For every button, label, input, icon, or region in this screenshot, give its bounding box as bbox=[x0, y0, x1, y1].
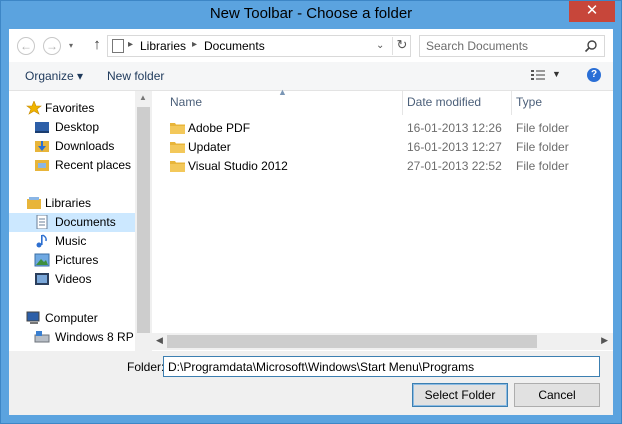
column-divider[interactable] bbox=[402, 91, 403, 115]
sidebar-item-computer[interactable]: Computer bbox=[9, 309, 135, 328]
sort-ascending-icon: ▲ bbox=[278, 87, 287, 97]
organize-button[interactable]: Organize ▾ bbox=[25, 69, 83, 83]
file-type: File folder bbox=[516, 121, 569, 135]
navigation-pane: Favorites Desktop Downloads Recent place… bbox=[9, 91, 135, 351]
file-list-horizontal-scrollbar[interactable]: ◀ ▶ bbox=[152, 333, 613, 350]
sidebar-item-label: Pictures bbox=[55, 253, 99, 267]
scroll-up-icon[interactable]: ▲ bbox=[139, 93, 147, 102]
file-date-modified: 27-01-2013 22:52 bbox=[407, 159, 502, 173]
navigation-bar: ← → ▾ ↑ ▸ Libraries ▸ Documents ⌄ ↻ bbox=[9, 29, 613, 62]
sidebar-item-label: Recent places bbox=[55, 158, 132, 172]
computer-icon bbox=[26, 311, 40, 324]
crumb-sep-icon: ▸ bbox=[192, 39, 198, 50]
sidebar-item-label: Music bbox=[55, 234, 87, 248]
crumb-sep-icon: ▸ bbox=[128, 39, 134, 50]
folder-label: Folder: bbox=[127, 360, 165, 374]
folder-icon bbox=[170, 161, 185, 172]
sidebar-item-label: Windows 8 RP (D bbox=[55, 330, 135, 344]
back-button[interactable]: ← bbox=[17, 37, 35, 55]
folder-icon bbox=[170, 142, 185, 153]
breadcrumb-libraries[interactable]: Libraries bbox=[140, 39, 186, 53]
file-date-modified: 16-01-2013 12:27 bbox=[407, 140, 502, 154]
new-folder-button[interactable]: New folder bbox=[107, 69, 164, 83]
file-name: Updater bbox=[188, 140, 231, 154]
videos-icon bbox=[35, 273, 49, 285]
scrollbar-thumb[interactable] bbox=[167, 335, 537, 348]
star-icon bbox=[26, 101, 42, 115]
search-box[interactable] bbox=[419, 35, 605, 57]
sidebar-item-favorites[interactable]: Favorites bbox=[9, 99, 135, 118]
sidebar-item-label: Documents bbox=[55, 215, 116, 229]
file-list: ▲ Name Date modified Type Adobe PDF 16-0… bbox=[152, 87, 613, 351]
cancel-button[interactable]: Cancel bbox=[514, 383, 600, 407]
folder-icon bbox=[170, 123, 185, 134]
sidebar-item-documents[interactable]: Documents bbox=[9, 213, 135, 232]
column-header-date-modified[interactable]: Date modified bbox=[407, 95, 481, 109]
pictures-icon bbox=[34, 253, 50, 267]
file-type: File folder bbox=[516, 140, 569, 154]
sidebar-item-music[interactable]: Music bbox=[9, 232, 135, 251]
dialog-window: New Toolbar - Choose a folder ✕ ← → ▾ ↑ … bbox=[0, 0, 622, 424]
up-button[interactable]: ↑ bbox=[89, 36, 105, 56]
search-icon[interactable] bbox=[584, 39, 598, 53]
sidebar-item-label: Computer bbox=[45, 311, 98, 325]
address-bar[interactable]: ▸ Libraries ▸ Documents ⌄ ↻ bbox=[107, 35, 411, 57]
sidebar-item-videos[interactable]: Videos bbox=[9, 270, 135, 289]
file-row-updater[interactable]: Updater 16-01-2013 12:27 File folder bbox=[152, 138, 613, 157]
select-folder-button[interactable]: Select Folder bbox=[412, 383, 508, 407]
scroll-left-icon[interactable]: ◀ bbox=[156, 335, 163, 346]
breadcrumb-documents[interactable]: Documents bbox=[204, 39, 265, 53]
folder-path-input[interactable] bbox=[163, 356, 600, 377]
drive-icon bbox=[34, 331, 50, 343]
window-title: New Toolbar - Choose a folder bbox=[209, 5, 413, 22]
refresh-button[interactable]: ↻ bbox=[392, 37, 411, 55]
command-bar: Organize ▾ New folder ▼ ? bbox=[9, 62, 613, 91]
desktop-icon bbox=[35, 122, 49, 133]
sidebar-item-downloads[interactable]: Downloads bbox=[9, 137, 135, 156]
sidebar-item-libraries[interactable]: Libraries bbox=[9, 194, 135, 213]
sidebar-item-label: Desktop bbox=[55, 120, 100, 134]
view-options-dropdown[interactable]: ▼ bbox=[552, 69, 561, 79]
column-divider[interactable] bbox=[511, 91, 512, 115]
library-location-icon bbox=[112, 39, 124, 53]
file-name: Adobe PDF bbox=[188, 121, 251, 135]
scrollbar-thumb[interactable] bbox=[137, 107, 150, 333]
file-name: Visual Studio 2012 bbox=[188, 159, 288, 173]
recent-locations-dropdown[interactable]: ▾ bbox=[65, 37, 77, 55]
content-area: Favorites Desktop Downloads Recent place… bbox=[9, 87, 613, 351]
sidebar-item-drive-d[interactable]: Windows 8 RP (D bbox=[9, 328, 135, 347]
file-row-visual-studio-2012[interactable]: Visual Studio 2012 27-01-2013 22:52 File… bbox=[152, 157, 613, 176]
sidebar-item-label: Libraries bbox=[45, 196, 92, 210]
navigation-pane-scrollbar[interactable]: ▲ bbox=[135, 91, 152, 351]
search-input[interactable] bbox=[426, 38, 576, 54]
close-button[interactable]: ✕ bbox=[569, 1, 615, 22]
sidebar-item-label: Videos bbox=[55, 272, 92, 286]
scroll-right-icon[interactable]: ▶ bbox=[601, 335, 608, 346]
dialog-client: ← → ▾ ↑ ▸ Libraries ▸ Documents ⌄ ↻ Sear… bbox=[9, 29, 613, 415]
downloads-icon bbox=[35, 141, 49, 152]
sidebar-item-label: Favorites bbox=[45, 101, 95, 115]
sidebar-item-label: Downloads bbox=[55, 139, 115, 153]
column-header-name[interactable]: Name bbox=[170, 95, 202, 109]
recent-places-icon bbox=[35, 160, 49, 171]
file-row-adobe-pdf[interactable]: Adobe PDF 16-01-2013 12:26 File folder bbox=[152, 119, 613, 138]
file-date-modified: 16-01-2013 12:26 bbox=[407, 121, 502, 135]
view-details-icon[interactable] bbox=[531, 69, 545, 81]
music-icon bbox=[36, 234, 47, 248]
sidebar-item-desktop[interactable]: Desktop bbox=[9, 118, 135, 137]
help-icon[interactable]: ? bbox=[587, 68, 601, 82]
column-header-type[interactable]: Type bbox=[516, 95, 542, 109]
libraries-icon bbox=[27, 197, 41, 209]
title-bar[interactable]: New Toolbar - Choose a folder ✕ bbox=[1, 1, 621, 29]
sidebar-item-pictures[interactable]: Pictures bbox=[9, 251, 135, 270]
sidebar-item-recent-places[interactable]: Recent places bbox=[9, 156, 135, 175]
address-dropdown-icon[interactable]: ⌄ bbox=[376, 40, 384, 51]
documents-icon bbox=[36, 215, 48, 229]
file-type: File folder bbox=[516, 159, 569, 173]
forward-button[interactable]: → bbox=[43, 37, 61, 55]
